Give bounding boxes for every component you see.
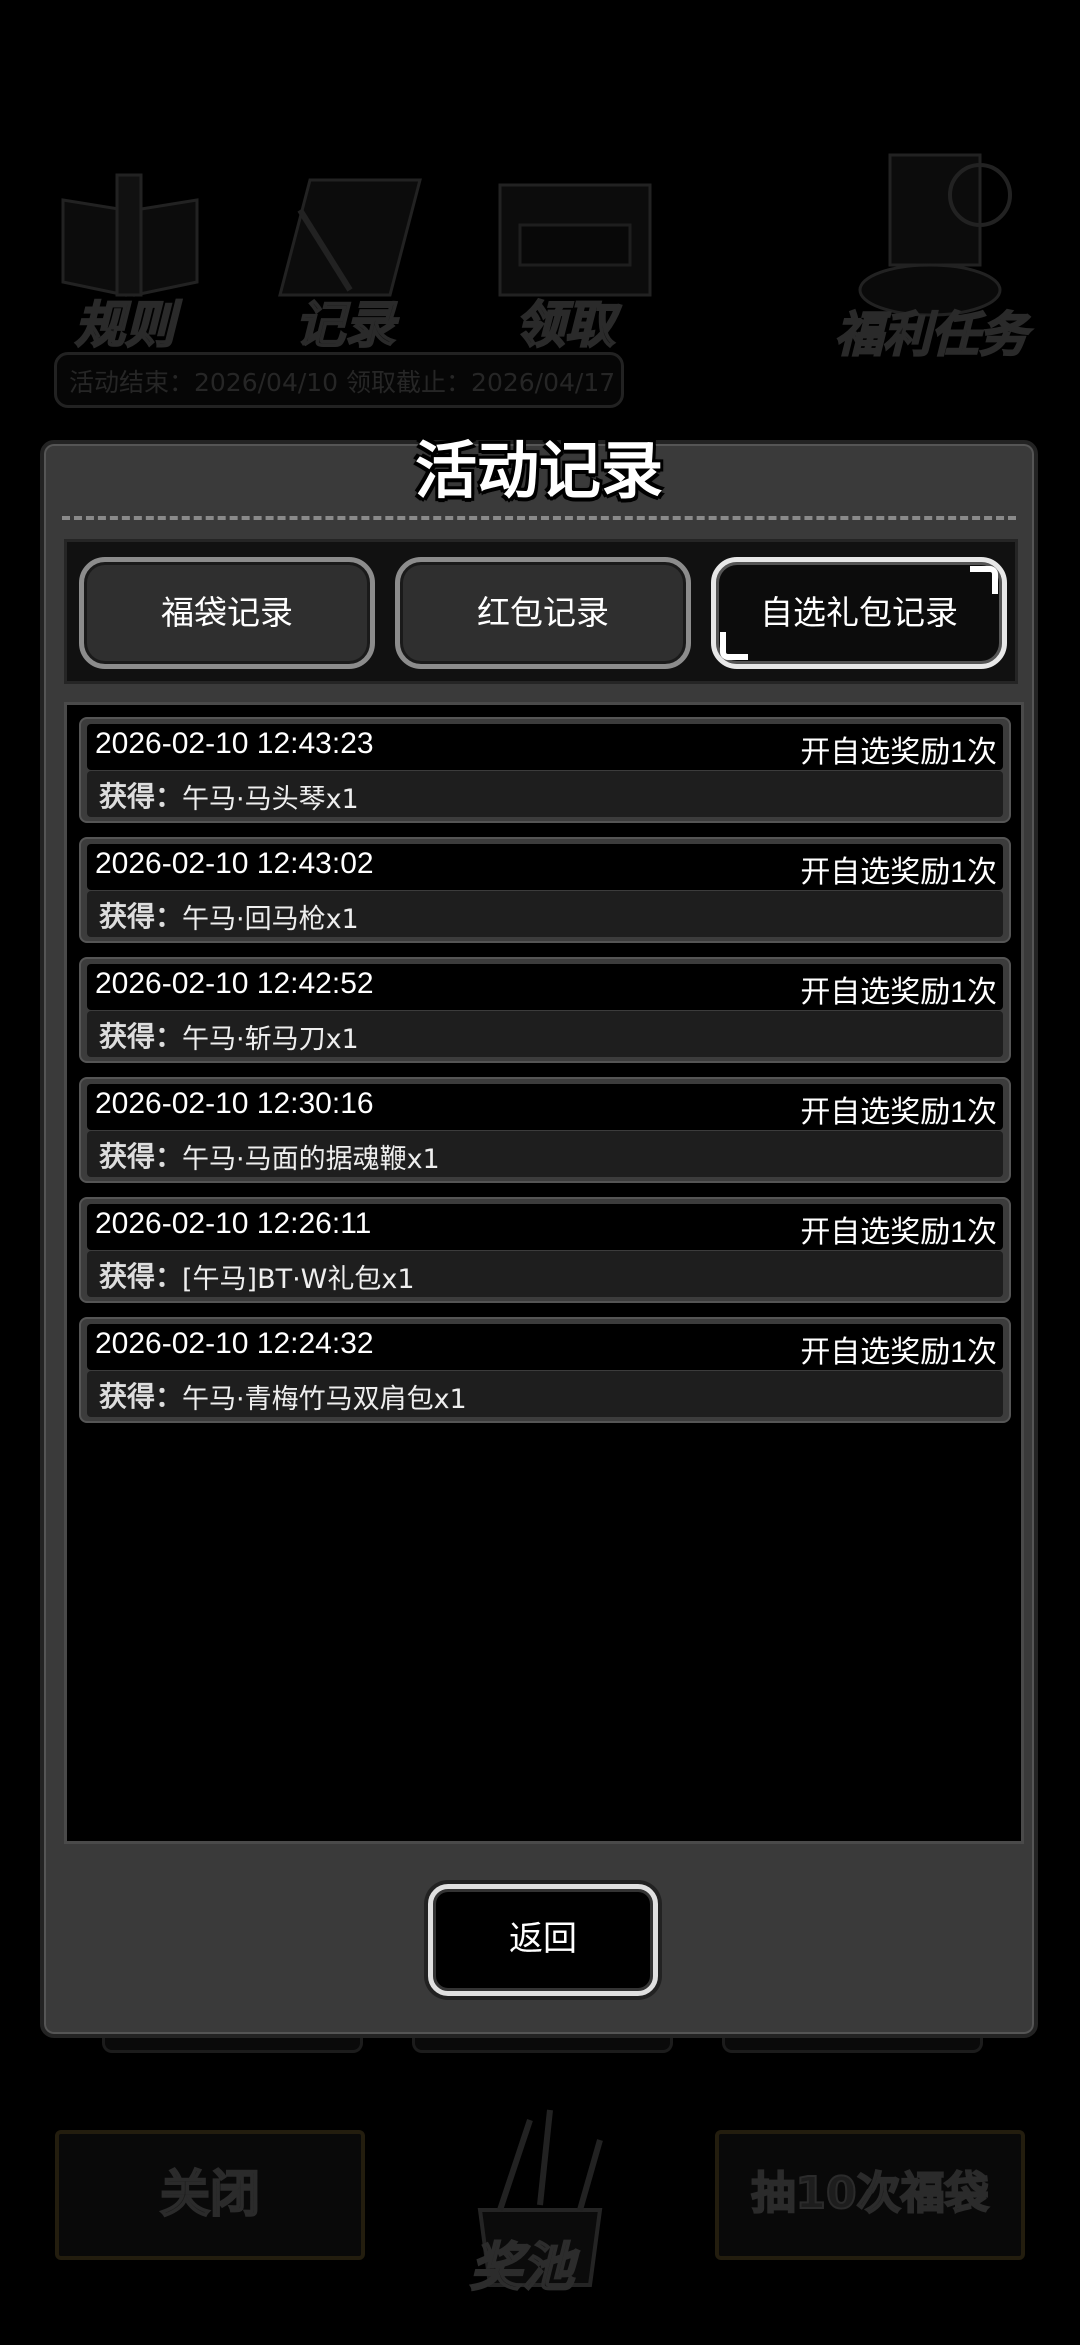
tab-optional-gift-records[interactable]: 自选礼包记录: [711, 557, 1007, 669]
record-time: 2026-02-10 12:43:02: [95, 847, 374, 880]
record-tag: 开自选奖励1次: [800, 1216, 997, 1249]
rules-label: 规则: [74, 295, 176, 355]
record-time: 2026-02-10 12:43:23: [95, 727, 374, 760]
record-tag: 开自选奖励1次: [800, 1336, 997, 1369]
back-button[interactable]: 返回: [428, 1884, 658, 1996]
record-time: 2026-02-10 12:24:32: [95, 1327, 374, 1360]
record-row: 2026-02-10 12:42:52 开自选奖励1次 获得： 午马·斩马刀x1: [79, 957, 1011, 1063]
record-header: 2026-02-10 12:43:02 开自选奖励1次: [87, 844, 1003, 890]
tab-bar: 福袋记录 红包记录 自选礼包记录: [64, 539, 1018, 684]
record-row: 2026-02-10 12:26:11 开自选奖励1次 获得： [午马]BT·W…: [79, 1197, 1011, 1303]
divider: [62, 516, 1016, 520]
record-header: 2026-02-10 12:26:11 开自选奖励1次: [87, 1204, 1003, 1250]
activity-record-modal: 活动记录 福袋记录 红包记录 自选礼包记录 2026-02-10 12:43:2…: [40, 434, 1038, 2038]
get-label: 获得：: [99, 900, 184, 933]
record-body: 获得： 午马·马头琴x1: [87, 771, 1003, 817]
get-label: 获得：: [99, 1380, 184, 1413]
record-tag: 开自选奖励1次: [800, 736, 997, 769]
record-body: 获得： 午马·斩马刀x1: [87, 1011, 1003, 1057]
record-item: 午马·马头琴x1: [182, 784, 359, 815]
get-label: 获得：: [99, 780, 184, 813]
record-header: 2026-02-10 12:42:52 开自选奖励1次: [87, 964, 1003, 1010]
record-row: 2026-02-10 12:24:32 开自选奖励1次 获得： 午马·青梅竹马双…: [79, 1317, 1011, 1423]
record-time: 2026-02-10 12:42:52: [95, 967, 374, 1000]
record-body: 获得： 午马·回马枪x1: [87, 891, 1003, 937]
records-label: 记录: [294, 295, 396, 355]
record-row: 2026-02-10 12:43:23 开自选奖励1次 获得： 午马·马头琴x1: [79, 717, 1011, 823]
claim-entry: 领取: [490, 175, 660, 355]
get-label: 获得：: [99, 1260, 184, 1293]
record-header: 2026-02-10 12:43:23 开自选奖励1次: [87, 724, 1003, 770]
record-body: 获得： 午马·马面的据魂鞭x1: [87, 1131, 1003, 1177]
record-item: 午马·斩马刀x1: [182, 1024, 359, 1055]
record-list[interactable]: 2026-02-10 12:43:23 开自选奖励1次 获得： 午马·马头琴x1…: [64, 702, 1024, 1844]
welfare-label: 福利任务: [834, 306, 1028, 364]
record-item: 午马·回马枪x1: [182, 904, 359, 935]
record-time: 2026-02-10 12:30:16: [95, 1087, 374, 1120]
record-item: 午马·马面的据魂鞭x1: [182, 1144, 440, 1175]
clipboard-icon: [278, 178, 422, 297]
get-label: 获得：: [99, 1020, 184, 1053]
record-item: 午马·青梅竹马双肩包x1: [182, 1384, 467, 1415]
rules-entry: 规则: [55, 170, 205, 355]
record-row: 2026-02-10 12:30:16 开自选奖励1次 获得： 午马·马面的据魂…: [79, 1077, 1011, 1183]
tab-red-packet-records[interactable]: 红包记录: [395, 557, 691, 669]
record-body: 获得： 午马·青梅竹马双肩包x1: [87, 1371, 1003, 1417]
book-icon: [61, 173, 199, 297]
close-button: 关闭: [55, 2130, 365, 2260]
record-item: [午马]BT·W礼包x1: [182, 1264, 415, 1295]
record-header: 2026-02-10 12:24:32 开自选奖励1次: [87, 1324, 1003, 1370]
record-row: 2026-02-10 12:43:02 开自选奖励1次 获得： 午马·回马枪x1: [79, 837, 1011, 943]
records-entry: 记录: [270, 170, 430, 355]
pool-label: 奖池: [469, 2237, 575, 2299]
modal-title: 活动记录: [414, 434, 663, 507]
record-tag: 开自选奖励1次: [800, 1096, 997, 1129]
record-tag: 开自选奖励1次: [800, 856, 997, 889]
record-tag: 开自选奖励1次: [800, 976, 997, 1009]
record-header: 2026-02-10 12:30:16 开自选奖励1次: [87, 1084, 1003, 1130]
tab-lucky-bag-records[interactable]: 福袋记录: [79, 557, 375, 669]
record-time: 2026-02-10 12:26:11: [95, 1207, 372, 1240]
welfare-entry: 福利任务: [830, 150, 1040, 364]
get-label: 获得：: [99, 1140, 184, 1173]
draw-10-button: 抽10次福袋: [715, 2130, 1025, 2260]
claim-label: 领取: [514, 295, 616, 355]
record-body: 获得： [午马]BT·W礼包x1: [87, 1251, 1003, 1297]
event-date-strip: 活动结束：2026/04/10 领取截止：2026/04/17: [54, 352, 624, 408]
